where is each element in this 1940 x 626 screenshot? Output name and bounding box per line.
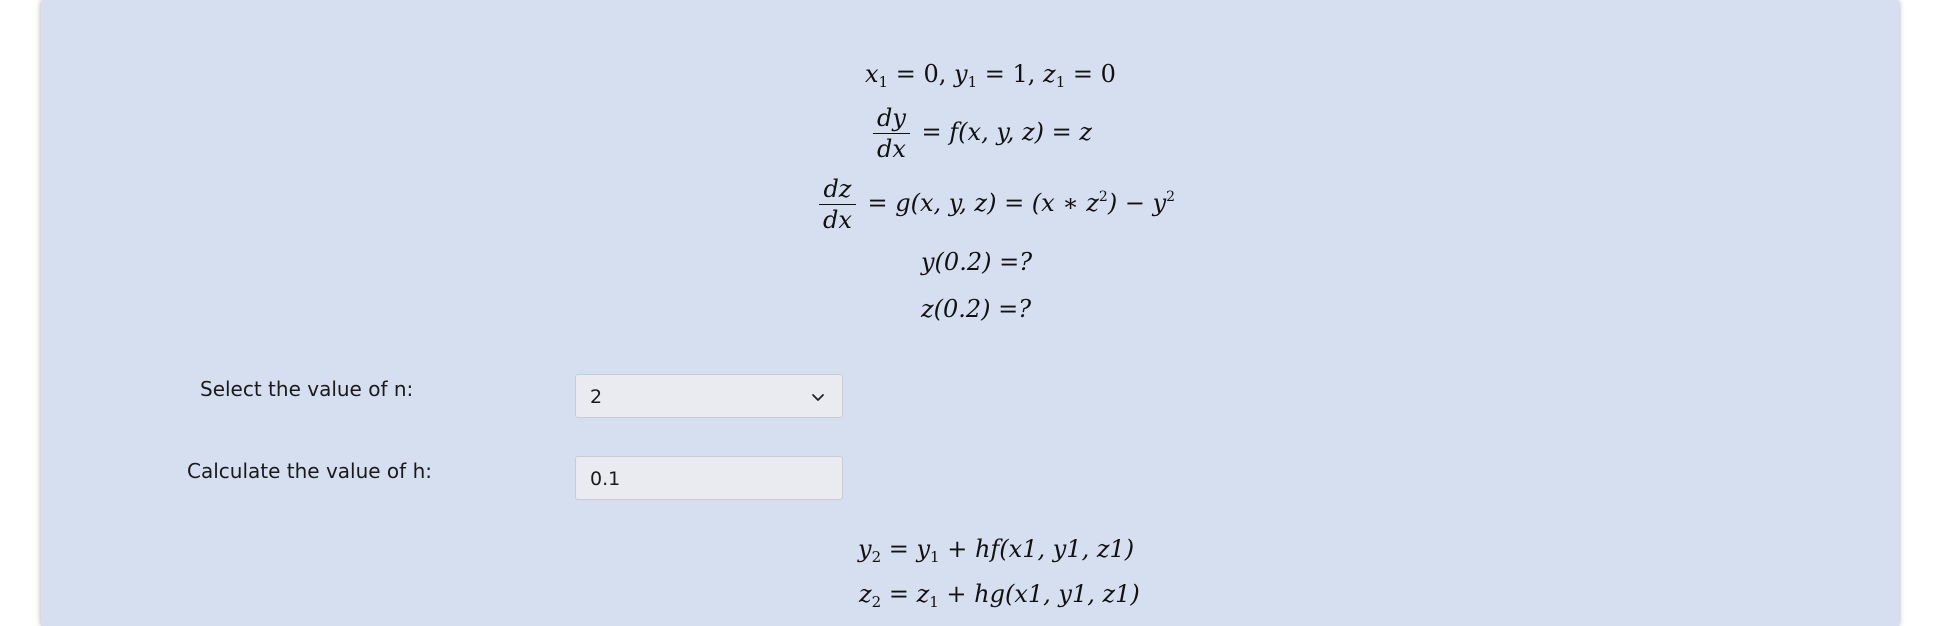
initial-conditions: x1 = 0, y1 = 1, z1 = 0 [865,60,1116,91]
content-panel: x1 = 0, y1 = 1, z1 = 0 dy dx = f(x, y, z… [41,0,1899,626]
h-label: Calculate the value of h: [187,459,432,483]
dydx-fraction: dy dx [873,106,910,161]
chevron-down-icon [812,394,824,401]
dzdx-equation: dz dx = g(x, y, z) = (x ∗ z2) − y2 [815,177,1175,232]
n-label: Select the value of n: [200,377,414,401]
y-query: y(0.2) =? [921,248,1033,276]
z-query: z(0.2) =? [921,295,1032,323]
h-input-value: 0.1 [590,468,621,490]
y2-formula: y2 = y1 + hf(x1, y1, z1) [858,535,1135,566]
dzdx-fraction: dz dx [819,177,856,232]
n-select[interactable]: 2 [575,374,843,418]
dydx-equation: dy dx = f(x, y, z) = z [869,106,1092,161]
h-input[interactable]: 0.1 [575,456,843,500]
z2-formula: z2 = z1 + hg(x1, y1, z1) [859,580,1140,611]
n-select-value: 2 [590,386,603,408]
